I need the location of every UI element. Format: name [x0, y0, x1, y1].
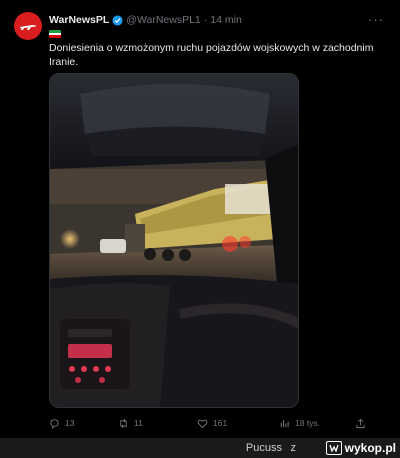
wykop-logo-icon	[325, 441, 342, 455]
watermark-username: Pucuss	[245, 442, 282, 454]
verified-badge-icon	[112, 14, 123, 26]
wykop-logo: wykop.pl	[325, 440, 396, 456]
like-button[interactable]: 161	[197, 418, 279, 429]
display-name[interactable]: WarNewsPL	[49, 14, 109, 26]
repost-icon	[120, 418, 127, 428]
watermark-z: z	[290, 442, 297, 454]
tweet-card[interactable]: WarNewsPL @WarNewsPL1 · 14 min ··· Donie…	[0, 0, 400, 438]
views-button[interactable]: 18 tys.	[279, 418, 355, 429]
repost-count: 11	[134, 418, 143, 428]
user-handle[interactable]: @WarNewsPL1	[126, 14, 200, 26]
watermark-site: wykop.pl	[344, 441, 396, 455]
repost-button[interactable]: 11	[118, 418, 197, 429]
share-button[interactable]	[355, 418, 366, 429]
views-chart-icon	[280, 419, 289, 427]
like-count: 161	[213, 418, 228, 428]
tweet-actions: 13 11 161 18 tys.	[49, 416, 386, 430]
tweet-media-image[interactable]	[49, 73, 299, 408]
more-options-icon[interactable]: ···	[368, 12, 384, 27]
timestamp[interactable]: 14 min	[210, 14, 242, 26]
reply-icon	[50, 418, 59, 429]
separator-dot: ·	[203, 14, 208, 26]
tweet-header: WarNewsPL @WarNewsPL1 · 14 min	[49, 12, 390, 28]
heart-icon	[197, 419, 208, 428]
reply-button[interactable]: 13	[49, 418, 118, 429]
truck-convoy-photo	[50, 74, 298, 407]
iran-flag-icon	[49, 30, 61, 38]
rifle-icon	[20, 25, 36, 30]
avatar[interactable]	[14, 12, 42, 40]
tweet-text: Doniesienia o wzmożonym ruchu pojazdów w…	[49, 42, 374, 68]
reply-count: 13	[65, 418, 75, 428]
views-count: 18 tys.	[295, 418, 321, 428]
share-icon	[356, 418, 365, 428]
